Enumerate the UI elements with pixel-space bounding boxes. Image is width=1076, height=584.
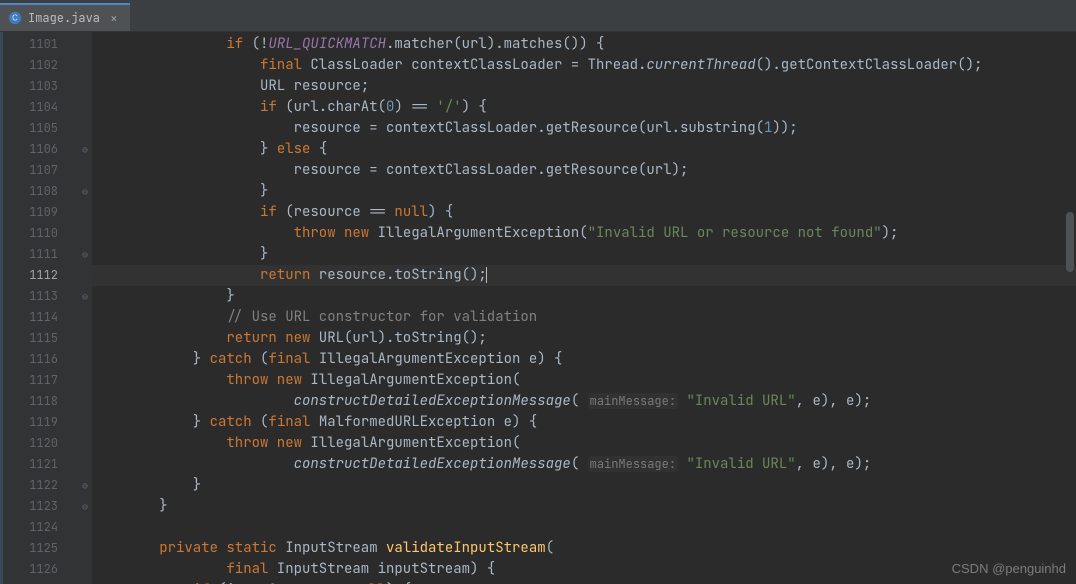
line-number: 1125@ [0, 538, 78, 559]
fold-marker [78, 538, 92, 559]
code-line[interactable]: } else { [92, 139, 1076, 160]
fold-marker [78, 580, 92, 584]
svg-text:C: C [12, 14, 18, 23]
fold-marker[interactable]: ⊖ [78, 139, 92, 160]
line-number: 1105 [0, 118, 78, 139]
line-number: 1115 [0, 328, 78, 349]
line-number: 1121 [0, 454, 78, 475]
code-line[interactable]: } catch (final MalformedURLException e) … [92, 412, 1076, 433]
vertical-scrollbar[interactable] [1064, 32, 1076, 584]
line-number: 1107 [0, 160, 78, 181]
fold-marker[interactable]: ⊖ [78, 286, 92, 307]
ide-window: C Image.java × 1101110211031104110511061… [0, 0, 1076, 584]
tab-close-icon[interactable]: × [110, 10, 118, 27]
line-number: 1113 [0, 286, 78, 307]
fold-marker [78, 433, 92, 454]
line-number: 1123 [0, 496, 78, 517]
code-line[interactable] [92, 517, 1076, 538]
line-number-gutter: 1101110211031104110511061107110811091110… [0, 32, 78, 584]
code-line[interactable]: throw new IllegalArgumentException("Inva… [92, 223, 1076, 244]
line-number: 1109 [0, 202, 78, 223]
code-line[interactable]: } catch (final IllegalArgumentException … [92, 349, 1076, 370]
line-number: 1103 [0, 76, 78, 97]
line-number: 1102 [0, 55, 78, 76]
fold-marker [78, 76, 92, 97]
line-number: 1110 [0, 223, 78, 244]
code-line[interactable]: if (!URL_QUICKMATCH.matcher(url).matches… [92, 34, 1076, 55]
fold-marker [78, 223, 92, 244]
fold-marker [78, 559, 92, 580]
fold-marker[interactable]: ⊖ [78, 496, 92, 517]
code-line[interactable]: if (url.charAt(0) == '/') { [92, 97, 1076, 118]
line-number: 1111 [0, 244, 78, 265]
line-number: 1108 [0, 181, 78, 202]
fold-marker [78, 370, 92, 391]
line-number: 1116 [0, 349, 78, 370]
code-line[interactable]: final ClassLoader contextClassLoader = T… [92, 55, 1076, 76]
line-number: 1119 [0, 412, 78, 433]
line-number: 1124 [0, 517, 78, 538]
fold-marker [78, 55, 92, 76]
code-line[interactable]: URL resource; [92, 76, 1076, 97]
fold-marker [78, 307, 92, 328]
code-line[interactable]: return new URL(url).toString(); [92, 328, 1076, 349]
line-number: 1101 [0, 34, 78, 55]
fold-marker [78, 160, 92, 181]
fold-marker [78, 118, 92, 139]
line-number: 1120 [0, 433, 78, 454]
fold-marker [78, 265, 92, 286]
java-class-icon: C [8, 11, 22, 25]
fold-marker [78, 349, 92, 370]
watermark-text: CSDN @penguinhd [952, 561, 1066, 576]
code-line[interactable]: if (resource == null) { [92, 202, 1076, 223]
code-line[interactable]: throw new IllegalArgumentException( [92, 370, 1076, 391]
scrollbar-thumb[interactable] [1066, 212, 1074, 272]
code-line[interactable]: // Use URL constructor for validation [92, 307, 1076, 328]
line-number: 1127 [0, 580, 78, 584]
fold-column[interactable]: ⊖⊖⊖⊖⊖⊖ [78, 32, 92, 584]
code-line[interactable]: throw new IllegalArgumentException( [92, 433, 1076, 454]
code-content[interactable]: if (!URL_QUICKMATCH.matcher(url).matches… [92, 32, 1076, 584]
fold-marker[interactable]: ⊖ [78, 181, 92, 202]
line-number: 1104 [0, 97, 78, 118]
line-number: 1112 [0, 265, 78, 286]
code-line[interactable]: if (inputStream == null) { [92, 580, 1076, 584]
code-line[interactable]: constructDetailedExceptionMessage( mainM… [92, 454, 1076, 475]
tab-label: Image.java [28, 10, 100, 26]
fold-marker[interactable]: ⊖ [78, 244, 92, 265]
fold-marker [78, 202, 92, 223]
fold-marker [78, 391, 92, 412]
code-line[interactable]: } [92, 181, 1076, 202]
code-line[interactable]: return resource.toString(); [92, 265, 1076, 286]
code-line[interactable]: constructDetailedExceptionMessage( mainM… [92, 391, 1076, 412]
code-line[interactable]: } [92, 286, 1076, 307]
fold-marker [78, 517, 92, 538]
line-number: 1118 [0, 391, 78, 412]
line-number: 1122 [0, 475, 78, 496]
editor-area[interactable]: 1101110211031104110511061107110811091110… [0, 32, 1076, 584]
code-line[interactable]: private static InputStream validateInput… [92, 538, 1076, 559]
line-number: 1114 [0, 307, 78, 328]
fold-marker [78, 328, 92, 349]
code-line[interactable]: } [92, 496, 1076, 517]
line-number: 1106 [0, 139, 78, 160]
line-number: 1117 [0, 370, 78, 391]
code-line[interactable]: } [92, 475, 1076, 496]
fold-marker [78, 97, 92, 118]
fold-marker[interactable]: ⊖ [78, 475, 92, 496]
fold-marker [78, 454, 92, 475]
line-number: 1126 [0, 559, 78, 580]
code-line[interactable]: resource = contextClassLoader.getResourc… [92, 160, 1076, 181]
fold-marker [78, 34, 92, 55]
code-line[interactable]: } [92, 244, 1076, 265]
editor-tabbar: C Image.java × [0, 0, 1076, 32]
code-line[interactable]: resource = contextClassLoader.getResourc… [92, 118, 1076, 139]
code-line[interactable]: final InputStream inputStream) { [92, 559, 1076, 580]
tab-image-java[interactable]: C Image.java × [0, 3, 130, 31]
fold-marker [78, 412, 92, 433]
modified-strip [0, 32, 3, 584]
